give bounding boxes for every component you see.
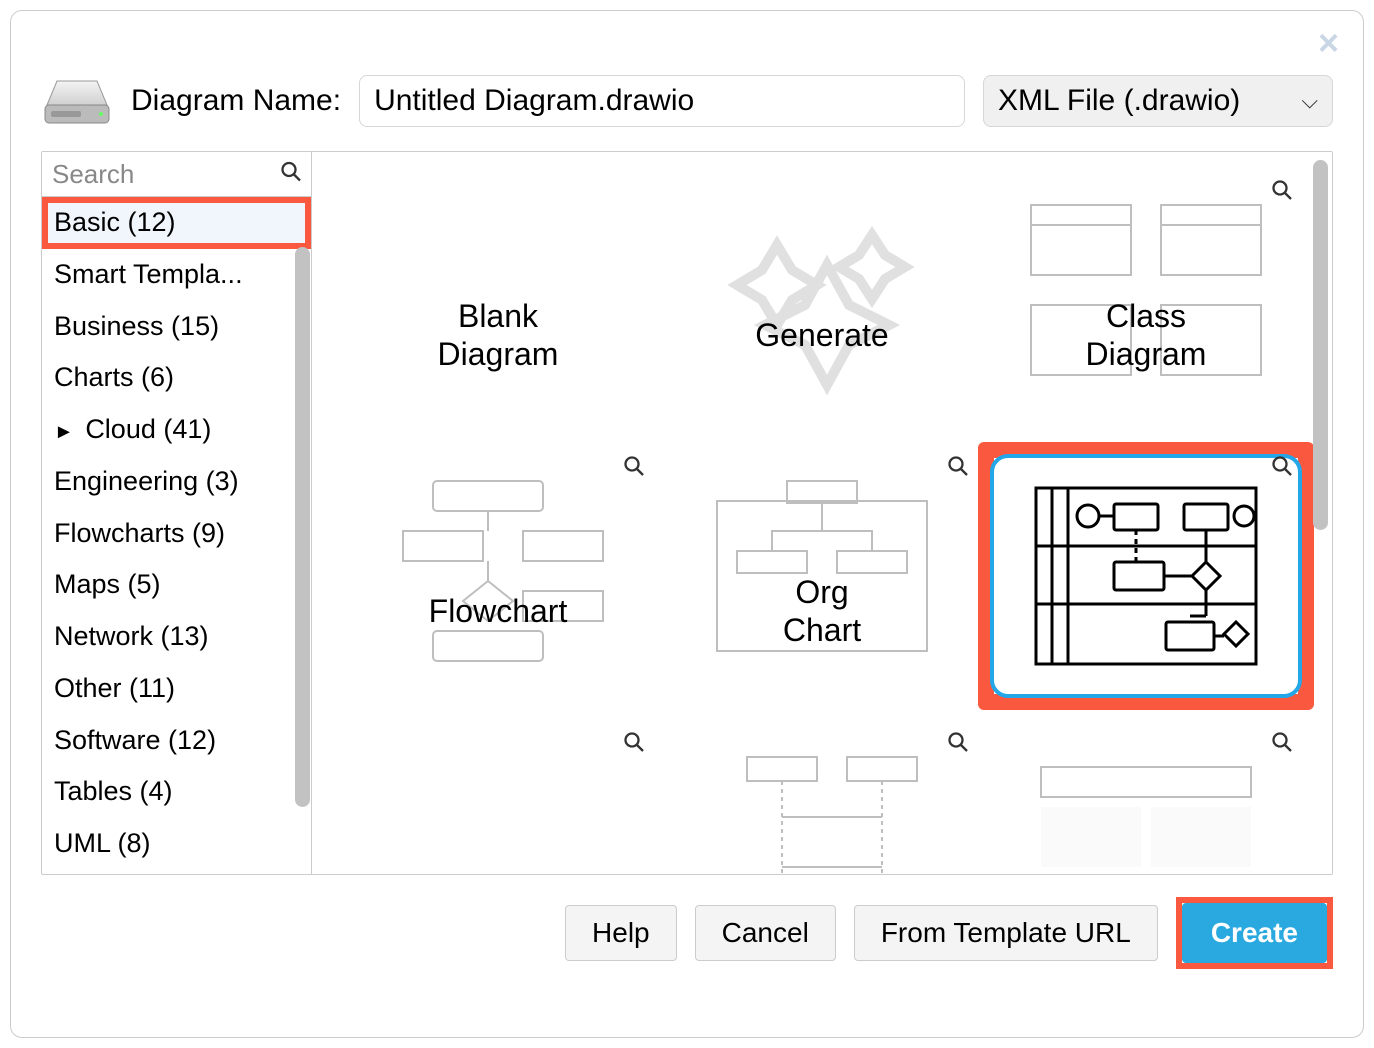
category-label: Other (11): [54, 673, 175, 703]
template-title: Blank Diagram: [438, 297, 559, 374]
template-picker: Basic (12) Smart Templa... Business (15) Ch…: [41, 151, 1333, 875]
chevron-down-icon: ⌵: [1301, 88, 1318, 114]
template-item[interactable]: [984, 448, 1308, 704]
category-label: Engineering (3): [54, 466, 239, 496]
template-item[interactable]: Generate: [660, 172, 984, 428]
magnify-icon[interactable]: [622, 454, 646, 483]
gallery-scrollbar[interactable]: [1313, 160, 1328, 530]
category-sidebar: Basic (12) Smart Templa... Business (15) Ch…: [42, 152, 312, 874]
category-item[interactable]: Engineering (3): [42, 456, 311, 508]
create-button-highlight: Create: [1176, 897, 1333, 969]
category-item[interactable]: Software (12): [42, 715, 311, 767]
template-title: Entity: [458, 868, 538, 875]
template-item[interactable]: Org Chart: [660, 448, 984, 704]
category-label: Tables (4): [54, 776, 173, 806]
diagram-name-label: Diagram Name:: [131, 84, 341, 118]
category-item[interactable]: Charts (6): [42, 352, 311, 404]
category-item[interactable]: Other (11): [42, 663, 311, 715]
category-item[interactable]: ► Cloud (41): [42, 404, 311, 456]
diagram-name-input[interactable]: [359, 75, 965, 127]
template-title: Generate: [755, 316, 888, 354]
from-template-url-button[interactable]: From Template URL: [854, 905, 1158, 961]
category-label: Charts (6): [54, 362, 174, 392]
category-item[interactable]: Business (15): [42, 301, 311, 353]
category-label: Smart Templa...: [54, 259, 243, 289]
template-title: Class Diagram: [1086, 297, 1207, 374]
magnify-icon[interactable]: [622, 730, 646, 759]
category-label: Business (15): [54, 311, 219, 341]
template-item[interactable]: Blank Diagram: [336, 172, 660, 428]
template-thumbnail: [990, 454, 1302, 698]
template-item[interactable]: Simple: [984, 724, 1308, 875]
close-icon[interactable]: ×: [1318, 25, 1339, 61]
dialog-footer: Help Cancel From Template URL Create: [41, 897, 1333, 969]
category-label: UML (8): [54, 828, 151, 858]
template-title: Flowchart: [429, 592, 568, 630]
drive-icon: [41, 75, 113, 127]
category-item[interactable]: Tables (4): [42, 766, 311, 818]
category-label: Network (13): [54, 621, 209, 651]
search-input[interactable]: [42, 152, 311, 196]
help-button[interactable]: Help: [565, 905, 677, 961]
template-item[interactable]: Sequence: [660, 724, 984, 875]
category-item[interactable]: Network (13): [42, 611, 311, 663]
category-item[interactable]: UML (8): [42, 818, 311, 870]
category-label: Maps (5): [54, 569, 161, 599]
template-title: Simple: [1097, 868, 1195, 875]
chevron-right-icon: ►: [54, 421, 74, 443]
magnify-icon[interactable]: [1270, 730, 1294, 759]
template-item[interactable]: Class Diagram: [984, 172, 1308, 428]
magnify-icon[interactable]: [946, 730, 970, 759]
create-button[interactable]: Create: [1182, 903, 1327, 963]
category-label: Cloud (41): [85, 414, 211, 444]
template-gallery: Blank Diagram Generate Class Diagram Flowch…: [312, 152, 1332, 875]
category-label: Flowcharts (9): [54, 518, 225, 548]
dialog-header: Diagram Name: XML File (.drawio) ⌵: [41, 75, 1333, 127]
new-diagram-dialog: × Diagram Name: XML File (.drawio) ⌵: [10, 10, 1364, 1038]
magnify-icon[interactable]: [946, 454, 970, 483]
file-format-value: XML File (.drawio): [998, 84, 1240, 118]
category-item[interactable]: Venn (8): [42, 870, 311, 874]
cancel-button[interactable]: Cancel: [695, 905, 836, 961]
sidebar-scrollbar[interactable]: [295, 247, 310, 807]
template-title: Org Chart: [783, 573, 861, 650]
category-item[interactable]: Flowcharts (9): [42, 508, 311, 560]
category-item[interactable]: Maps (5): [42, 559, 311, 611]
category-label: Basic (12): [54, 207, 176, 237]
template-item[interactable]: Flowchart: [336, 448, 660, 704]
magnify-icon[interactable]: [1270, 454, 1294, 483]
category-item[interactable]: Smart Templa...: [42, 249, 311, 301]
magnify-icon[interactable]: [1270, 178, 1294, 207]
search-icon: [279, 160, 303, 189]
category-label: Software (12): [54, 725, 216, 755]
template-item[interactable]: Entity: [336, 724, 660, 875]
file-format-select[interactable]: XML File (.drawio) ⌵: [983, 75, 1333, 127]
template-title: Sequence: [750, 868, 894, 875]
category-item[interactable]: Basic (12): [42, 197, 311, 249]
